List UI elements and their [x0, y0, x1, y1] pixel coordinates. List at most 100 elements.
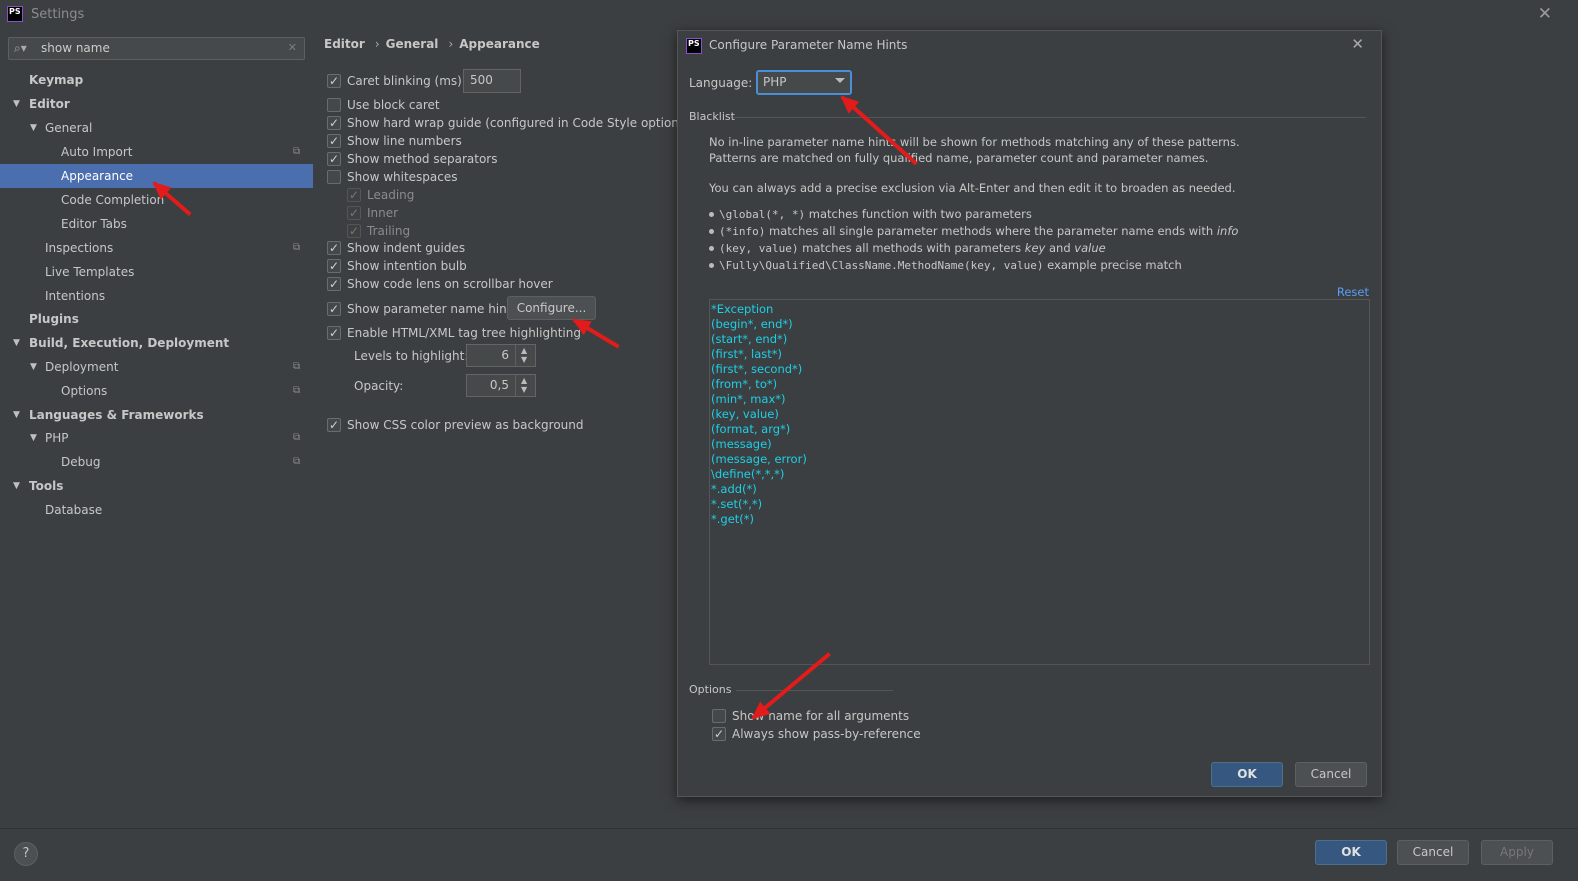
sidebar-item-inspections[interactable]: Inspections ⧉: [0, 236, 313, 260]
opacity-spinner[interactable]: 0,5 ▲ ▼: [466, 374, 536, 397]
sidebar-item-editor-tabs[interactable]: Editor Tabs: [0, 212, 313, 236]
levels-spinner[interactable]: 6 ▲ ▼: [466, 344, 536, 367]
sidebar-item-languages-frameworks[interactable]: ▼ Languages & Frameworks: [0, 403, 313, 427]
inner-label: Inner: [367, 206, 399, 220]
project-settings-icon: ⧉: [293, 432, 301, 443]
sidebar-item-options[interactable]: Options ⧉: [0, 379, 313, 403]
expand-arrow-icon[interactable]: ▼: [30, 426, 37, 450]
sidebar-item-label: Tools: [29, 479, 64, 493]
indent-guides-checkbox[interactable]: [327, 240, 341, 256]
dialog-ok-button[interactable]: OK: [1211, 762, 1283, 787]
param-hints-checkbox[interactable]: [327, 301, 341, 317]
tag-tree-label: Enable HTML/XML tag tree highlighting: [347, 326, 581, 340]
bullet-icon: [709, 263, 714, 268]
sidebar-item-label: Build, Execution, Deployment: [29, 336, 230, 350]
sidebar-item-auto-import[interactable]: Auto Import ⧉: [0, 140, 313, 164]
settings-sidebar: ⌕▾ ✕ Keymap ▼ Editor ▼ General Auto Import…: [0, 30, 313, 828]
trailing-checkbox: [347, 223, 361, 239]
patterns-textarea[interactable]: *Exception (begin*, end*) (start*, end*)…: [709, 299, 1370, 665]
sidebar-item-keymap[interactable]: Keymap: [0, 68, 313, 92]
sidebar-item-label: Code Completion: [61, 193, 165, 207]
sidebar-item-php[interactable]: ▼ PHP ⧉: [0, 426, 313, 450]
show-name-all-args-checkbox[interactable]: [712, 709, 726, 723]
spinner-up-icon[interactable]: ▲: [521, 376, 527, 385]
opacity-value: 0,5: [489, 378, 509, 392]
spinner-arrows[interactable]: ▲ ▼: [515, 345, 535, 366]
ok-button[interactable]: OK: [1315, 840, 1387, 865]
cancel-button[interactable]: Cancel: [1397, 840, 1469, 865]
options-title: Options: [689, 683, 732, 696]
description-line-2: Patterns are matched on fully qualified …: [709, 151, 1209, 165]
expand-arrow-icon[interactable]: ▼: [13, 403, 20, 427]
dialog-title: Configure Parameter Name Hints: [709, 38, 908, 52]
example-text: and: [1045, 241, 1075, 255]
method-separators-checkbox[interactable]: [327, 151, 341, 167]
hard-wrap-checkbox[interactable]: [327, 115, 341, 131]
breadcrumb: Editor › General › Appearance: [324, 37, 544, 51]
code-lens-checkbox[interactable]: [327, 276, 341, 292]
pattern-line: *Exception: [711, 302, 774, 316]
window-title: Settings: [31, 7, 85, 22]
search-input[interactable]: [41, 41, 281, 55]
close-icon[interactable]: ✕: [1538, 4, 1552, 24]
apply-button[interactable]: Apply: [1481, 840, 1553, 865]
breadcrumb-separator: ›: [374, 37, 380, 51]
css-preview-checkbox[interactable]: [327, 417, 341, 433]
chevron-down-icon: [835, 78, 845, 83]
breadcrumb-editor[interactable]: Editor: [324, 37, 365, 51]
example-emphasis: key: [1024, 241, 1046, 255]
sidebar-item-editor[interactable]: ▼ Editor: [0, 92, 313, 116]
language-select[interactable]: PHP: [756, 70, 852, 95]
tag-tree-checkbox[interactable]: [327, 325, 341, 341]
spinner-down-icon[interactable]: ▼: [521, 355, 527, 364]
example-1: \global(*, *) matches function with two …: [719, 207, 1032, 221]
expand-arrow-icon[interactable]: ▼: [13, 474, 20, 498]
separator: [736, 690, 893, 691]
leading-checkbox: [347, 187, 361, 203]
bullet-icon: [709, 246, 714, 251]
caret-blinking-input[interactable]: 500: [463, 69, 521, 93]
caret-blinking-checkbox[interactable]: [327, 73, 341, 89]
spinner-down-icon[interactable]: ▼: [521, 385, 527, 394]
sidebar-item-debug[interactable]: Debug ⧉: [0, 450, 313, 474]
sidebar-item-build-execution-deployment[interactable]: ▼ Build, Execution, Deployment: [0, 331, 313, 355]
sidebar-item-tools[interactable]: ▼ Tools: [0, 474, 313, 498]
help-button[interactable]: ?: [14, 842, 38, 866]
sidebar-item-label: Appearance: [61, 169, 134, 183]
breadcrumb-general[interactable]: General: [386, 37, 439, 51]
sidebar-item-live-templates[interactable]: Live Templates: [0, 260, 313, 284]
sidebar-item-intentions[interactable]: Intentions: [0, 284, 313, 308]
clear-search-icon[interactable]: ✕: [288, 41, 297, 54]
spinner-up-icon[interactable]: ▲: [521, 346, 527, 355]
search-box[interactable]: ⌕▾ ✕: [8, 37, 305, 60]
sidebar-item-label: Plugins: [29, 312, 79, 326]
spinner-arrows[interactable]: ▲ ▼: [515, 375, 535, 396]
sidebar-item-general[interactable]: ▼ General: [0, 116, 313, 140]
line-numbers-checkbox[interactable]: [327, 133, 341, 149]
sidebar-item-plugins[interactable]: Plugins: [0, 307, 313, 331]
separator: [733, 117, 1366, 118]
pattern-line: (key, value): [711, 407, 779, 421]
example-text: matches all methods with parameters: [798, 241, 1025, 255]
whitespaces-label: Show whitespaces: [347, 170, 458, 184]
expand-arrow-icon[interactable]: ▼: [30, 116, 37, 140]
reset-link[interactable]: Reset: [1337, 285, 1369, 299]
expand-arrow-icon[interactable]: ▼: [13, 92, 20, 116]
whitespaces-checkbox[interactable]: [327, 170, 341, 184]
use-block-caret-checkbox[interactable]: [327, 98, 341, 112]
pattern-line: (begin*, end*): [711, 317, 793, 331]
intention-bulb-checkbox[interactable]: [327, 258, 341, 274]
dialog-cancel-button[interactable]: Cancel: [1295, 762, 1367, 787]
sidebar-item-deployment[interactable]: ▼ Deployment ⧉: [0, 355, 313, 379]
trailing-label: Trailing: [367, 224, 411, 238]
pass-by-reference-checkbox[interactable]: [712, 726, 726, 742]
expand-arrow-icon[interactable]: ▼: [13, 331, 20, 355]
breadcrumb-separator: ›: [448, 37, 454, 51]
sidebar-item-database[interactable]: Database: [0, 498, 313, 522]
use-block-caret-label: Use block caret: [347, 98, 440, 112]
configure-hints-dialog: PS Configure Parameter Name Hints ✕ Lang…: [677, 30, 1382, 797]
expand-arrow-icon[interactable]: ▼: [30, 355, 37, 379]
blacklist-title: Blacklist: [689, 110, 735, 123]
opacity-label: Opacity:: [354, 379, 404, 393]
close-icon[interactable]: ✕: [1351, 35, 1364, 53]
